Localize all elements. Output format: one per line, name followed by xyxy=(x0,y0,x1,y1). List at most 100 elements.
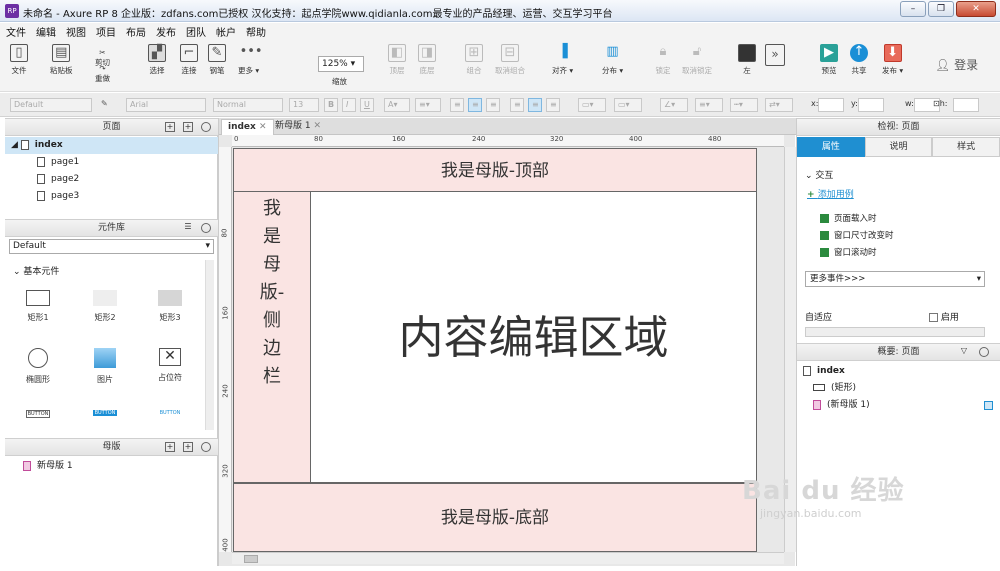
fill-color-button[interactable]: ▭▾ xyxy=(578,98,606,112)
menu-icon[interactable]: ☰ xyxy=(183,223,193,233)
menu-account[interactable]: 帐户 xyxy=(216,24,236,39)
menu-team[interactable]: 团队 xyxy=(186,24,206,39)
event-window-resize[interactable]: 窗口尺寸改变时 xyxy=(820,229,894,241)
font-select[interactable]: Arial xyxy=(126,98,206,112)
paste-button[interactable]: ▤ 粘贴板 xyxy=(50,44,73,76)
tab-style[interactable]: 样式 xyxy=(932,137,1000,157)
valign-top-button[interactable]: ≡ xyxy=(510,98,524,112)
group-button[interactable]: ⊞ 组合 xyxy=(465,44,483,76)
interaction-section[interactable]: ⌄ 交互 xyxy=(805,168,833,181)
canvas-horizontal-scrollbar[interactable] xyxy=(232,552,784,564)
share-button[interactable]: ↑ 共享 xyxy=(850,44,868,76)
restore-button[interactable]: ❐ xyxy=(928,1,954,17)
lock-button[interactable]: 🔒︎ 锁定 xyxy=(654,44,672,76)
distribute-button[interactable]: ▥ 分布 ▾ xyxy=(602,44,623,76)
outline-item[interactable]: (矩形) xyxy=(797,380,997,397)
valign-bottom-button[interactable]: ≡ xyxy=(546,98,560,112)
more-button[interactable]: ••• 更多 ▾ xyxy=(238,44,263,76)
ungroup-button[interactable]: ⊟ 取消组合 xyxy=(495,44,525,76)
align-center-button[interactable]: ≡ xyxy=(468,98,482,112)
widget-rectangle-1[interactable]: 矩形1 xyxy=(13,290,63,323)
minimize-button[interactable]: – xyxy=(900,1,926,17)
add-folder-icon[interactable]: + xyxy=(183,122,193,132)
style-edit-icon[interactable]: ✎ xyxy=(98,98,114,112)
tab-index[interactable]: index ✕ xyxy=(221,119,274,135)
style-select[interactable]: Default xyxy=(10,98,92,112)
master-list-item[interactable]: 新母版 1 xyxy=(5,458,218,475)
top-layer-button[interactable]: ◧ 顶层 xyxy=(388,44,406,76)
close-tab-icon[interactable]: ✕ xyxy=(259,122,267,132)
inspector-horizontal-scrollbar[interactable] xyxy=(805,327,985,337)
search-icon[interactable] xyxy=(979,347,989,357)
y-field[interactable] xyxy=(858,98,884,112)
library-select[interactable]: Default ▾ xyxy=(9,239,214,254)
page-tree-item[interactable]: page2 xyxy=(5,171,218,188)
filter-icon[interactable]: ▽ xyxy=(959,347,969,357)
line-style-button[interactable]: ┅▾ xyxy=(730,98,758,112)
close-tab-icon[interactable]: ✕ xyxy=(313,121,321,131)
menu-file[interactable]: 文件 xyxy=(6,24,26,39)
h-field[interactable] xyxy=(953,98,979,112)
page-tree-item[interactable]: ◢ index xyxy=(5,137,218,154)
select-button[interactable]: ▞ 选择 xyxy=(148,44,166,76)
content-area[interactable]: 内容编辑区域 xyxy=(311,192,757,483)
menu-view[interactable]: 视图 xyxy=(66,24,86,39)
tab-notes[interactable]: 说明 xyxy=(864,137,933,157)
search-icon[interactable] xyxy=(201,442,211,452)
adaptive-enable-checkbox[interactable]: 启用 xyxy=(929,310,959,323)
menu-help[interactable]: 帮助 xyxy=(246,24,266,39)
menu-publish[interactable]: 发布 xyxy=(156,24,176,39)
menu-layout[interactable]: 布局 xyxy=(126,24,146,39)
outline-item[interactable]: (新母版 1) xyxy=(797,397,997,414)
align-right-button[interactable]: ≡ xyxy=(486,98,500,112)
bottom-layer-button[interactable]: ◨ 底层 xyxy=(418,44,436,76)
tab-master[interactable]: 新母版 1 ✕ xyxy=(269,119,327,135)
line-color-button[interactable]: ∠▾ xyxy=(660,98,688,112)
file-button[interactable]: ▯ 文件 xyxy=(10,44,28,76)
font-size-select[interactable]: 13 xyxy=(289,98,319,112)
expand-toolbar-button[interactable]: » xyxy=(765,44,785,69)
unlock-button[interactable]: 🔓︎ 取消锁定 xyxy=(682,44,712,76)
publish-button[interactable]: ⬇ 发布 ▾ xyxy=(882,44,903,76)
pen-button[interactable]: ✎ 钢笔 xyxy=(208,44,226,76)
visibility-icon[interactable] xyxy=(984,401,993,410)
add-master-icon[interactable]: + xyxy=(165,442,175,452)
menu-project[interactable]: 项目 xyxy=(96,24,116,39)
bold-button[interactable]: B xyxy=(324,98,338,112)
tab-properties[interactable]: 属性 xyxy=(797,137,865,157)
widget-ellipse[interactable]: 椭圆形 xyxy=(13,348,63,385)
page-tree-item[interactable]: page3 xyxy=(5,188,218,205)
library-group-header[interactable]: ⌄ 基本元件 xyxy=(13,264,59,277)
font-color-button[interactable]: A▾ xyxy=(384,98,410,112)
close-button[interactable]: ✕ xyxy=(956,1,996,17)
design-page[interactable]: 我是母版-顶部 我是母版-侧边栏 内容编辑区域 我是母版-底部 xyxy=(233,148,757,552)
widget-link-button[interactable]: BUTTON xyxy=(145,410,195,416)
menu-edit[interactable]: 编辑 xyxy=(36,24,56,39)
italic-button[interactable]: I xyxy=(342,98,356,112)
widget-button[interactable]: BUTTON xyxy=(13,410,63,418)
widget-rectangle-2[interactable]: 矩形2 xyxy=(80,290,130,323)
widget-image[interactable]: 图片 xyxy=(80,348,130,385)
widget-rectangle-3[interactable]: 矩形3 xyxy=(145,290,195,323)
add-case-link[interactable]: + 添加用例 xyxy=(807,187,854,200)
widget-placeholder[interactable]: ✕ 占位符 xyxy=(145,348,195,383)
search-icon[interactable] xyxy=(201,223,211,233)
add-folder-icon[interactable]: + xyxy=(183,442,193,452)
master-header[interactable]: 我是母版-顶部 xyxy=(233,148,757,192)
widget-primary-button[interactable]: BUTTON xyxy=(80,410,130,416)
add-page-icon[interactable]: + xyxy=(165,122,175,132)
login-button[interactable]: 👤︎ 登录 xyxy=(935,56,978,73)
redo-button[interactable]: ↷ 重做 xyxy=(95,64,110,84)
master-footer[interactable]: 我是母版-底部 xyxy=(233,483,757,552)
event-window-scroll[interactable]: 窗口滚动时 xyxy=(820,246,877,258)
x-field[interactable] xyxy=(818,98,844,112)
weight-select[interactable]: Normal xyxy=(213,98,283,112)
arrow-style-button[interactable]: ⇄▾ xyxy=(765,98,793,112)
outline-item[interactable]: index xyxy=(797,363,997,380)
line-width-button[interactable]: ≡▾ xyxy=(695,98,723,112)
underline-button[interactable]: U xyxy=(360,98,374,112)
valign-middle-button[interactable]: ≡ xyxy=(528,98,542,112)
zoom-select[interactable]: 125% ▾ xyxy=(318,56,364,72)
more-events-select[interactable]: 更多事件>>> ▾ xyxy=(805,271,985,287)
align-left-button[interactable]: ≡ xyxy=(450,98,464,112)
